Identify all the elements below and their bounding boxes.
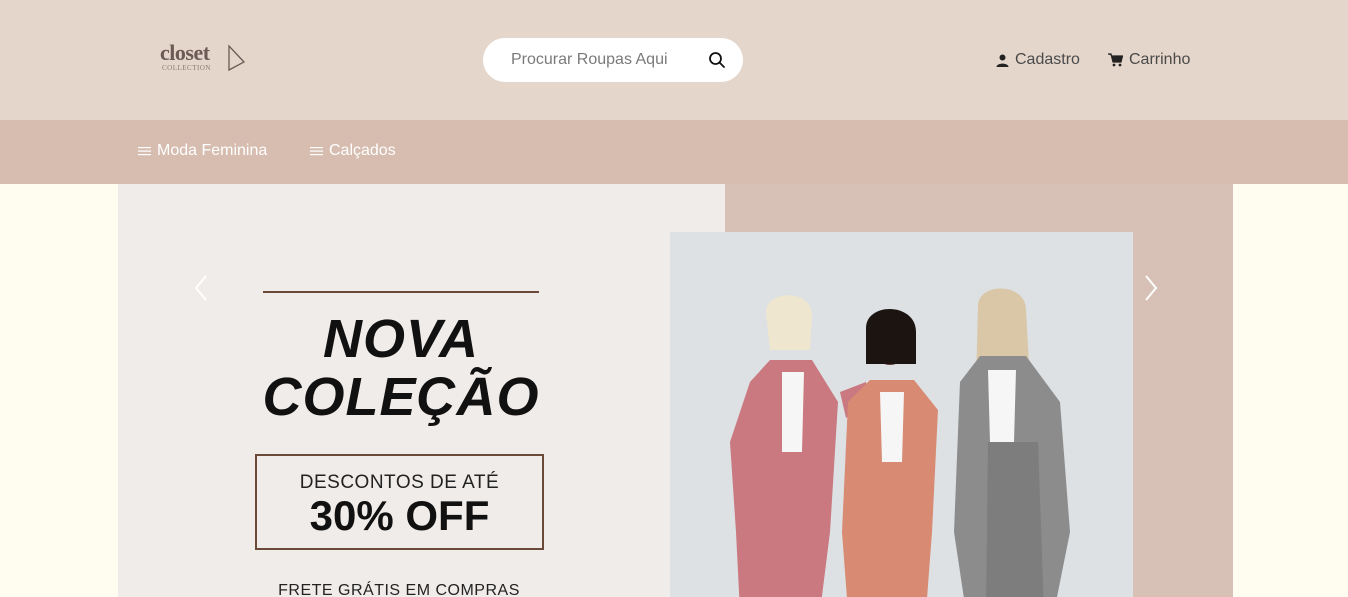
nav-item-label: Moda Feminina [157,142,268,159]
hero-photo [670,232,1133,597]
nav-item-moda-feminina[interactable]: Moda Feminina [138,142,267,160]
discount-box: DESCONTOS DE ATÉ 30% OFF [255,454,544,550]
hero-banner: NOVA COLEÇÃO DESCONTOS DE ATÉ 30% OFF FR… [118,184,1233,597]
cart-icon [1108,53,1123,67]
category-nav: Moda Feminina Calçados [0,120,1348,184]
nav-item-label: Calçados [329,142,396,159]
header: closet COLLECTION Cadastro Carrinho [0,0,1348,120]
menu-icon [138,147,151,156]
search-bar [483,38,743,82]
shipping-text: FRETE GRÁTIS EM COMPRAS [278,582,520,597]
signup-label: Cadastro [1015,51,1080,68]
hero-headline: NOVA COLEÇÃO [218,310,584,426]
nav-item-calcados[interactable]: Calçados [310,142,396,160]
search-icon[interactable] [708,51,726,69]
logo-subtitle: COLLECTION [162,64,211,72]
headline-line-2: COLEÇÃO [262,367,540,427]
user-icon [996,54,1009,67]
site-logo[interactable]: closet COLLECTION [160,40,250,76]
menu-icon [310,147,323,156]
signup-link[interactable]: Cadastro [996,50,1080,70]
models-illustration [670,232,1133,597]
cart-label: Carrinho [1129,51,1191,68]
hanger-icon [228,44,246,72]
cart-link[interactable]: Carrinho [1108,50,1190,70]
search-input[interactable] [511,49,701,71]
carousel-next-arrow-icon[interactable] [1138,272,1162,304]
headline-rule [263,291,539,293]
carousel-prev-arrow-icon[interactable] [190,272,214,304]
headline-line-1: NOVA [322,309,479,369]
discount-value: 30% OFF [309,492,490,539]
logo-wordmark: closet [160,40,210,65]
discount-label: DESCONTOS DE ATÉ [299,472,500,493]
